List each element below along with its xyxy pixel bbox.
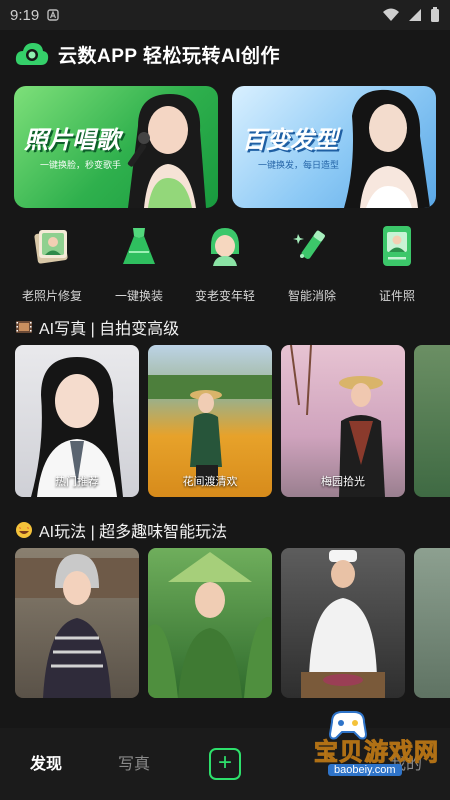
banner-subtitle: 一键换发，每日造型 <box>258 160 340 170</box>
section-title-text: AI写真 | 自拍变高级 <box>39 321 180 338</box>
cloud-camera-logo-icon <box>15 43 49 65</box>
tool-id-photo[interactable]: 证件照 <box>353 224 441 304</box>
tool-outfit-swap[interactable]: 一键换装 <box>95 224 183 304</box>
leaf-hat-girl-image <box>148 552 272 698</box>
play-card-folk[interactable] <box>15 548 139 698</box>
nav-discover[interactable]: 发现 <box>30 750 62 774</box>
tool-label: 证件照 <box>378 289 415 303</box>
tool-label: 变老变年轻 <box>194 289 255 303</box>
hairstyle-portrait-image <box>344 89 430 208</box>
banner-title: 照片唱歌 <box>24 127 120 154</box>
app-title: 云数APP 轻松玩转AI创作 <box>58 45 281 67</box>
tool-shortcuts: 老照片修复 一键换装 变老变年轻 智能消除 证件照 <box>0 224 450 304</box>
tool-smart-erase[interactable]: 智能消除 <box>268 224 356 304</box>
section-title-play: AI玩法 | 超多趣味智能玩法 <box>15 518 227 542</box>
banner-photo-sing[interactable]: 照片唱歌 一键换脸，秒变歌手 <box>14 86 218 208</box>
play-card-chef[interactable] <box>281 548 405 698</box>
dress-icon <box>123 228 155 264</box>
portrait-card-flowers[interactable]: 花间渡清欢 <box>148 345 272 497</box>
tool-label: 智能消除 <box>287 289 336 303</box>
app-header: 云数APP 轻松玩转AI创作 <box>14 38 280 70</box>
face-age-icon <box>211 228 239 266</box>
card-label: 梅园拾光 <box>321 476 365 488</box>
banner-subtitle: 一键换脸，秒变歌手 <box>40 160 122 170</box>
site-watermark: 宝贝游戏网 baobeiy.com <box>278 706 446 786</box>
status-bar: 9:19 <box>0 0 450 30</box>
signal-icon <box>409 9 421 21</box>
nav-add-button[interactable]: + <box>209 748 241 780</box>
notification-a-icon <box>47 9 59 21</box>
play-card-partial[interactable] <box>414 548 450 698</box>
magic-eraser-icon <box>293 230 325 259</box>
star-eyes-emoji-icon <box>16 522 32 538</box>
watermark-url: baobeiy.com <box>328 764 402 776</box>
watermark-text: 宝贝游戏网 <box>314 739 439 767</box>
old-photo-icon <box>34 230 68 264</box>
tool-label: 一键换装 <box>114 289 163 303</box>
banner-title: 百变发型 <box>242 127 338 154</box>
film-strip-icon <box>16 321 32 333</box>
tool-label: 老照片修复 <box>21 289 82 303</box>
wifi-icon <box>383 8 399 21</box>
ethnic-costume-image <box>15 554 139 698</box>
play-card-leaf[interactable] <box>148 548 272 698</box>
section-title-portrait: AI写真 | 自拍变高级 <box>15 315 179 339</box>
singer-portrait-image <box>127 94 206 208</box>
chef-image <box>301 550 385 698</box>
banner-hairstyle[interactable]: 百变发型 一键换发，每日造型 <box>232 86 436 208</box>
tool-age-change[interactable]: 变老变年轻 <box>181 224 269 304</box>
portrait-card-plum[interactable]: 梅园拾光 <box>281 345 405 497</box>
portrait-card-hot[interactable]: 热门推荐 <box>15 345 139 497</box>
nav-portrait[interactable]: 写真 <box>118 750 150 774</box>
portrait-card-partial[interactable] <box>414 345 450 497</box>
id-photo-icon <box>383 226 411 266</box>
card-label: 热门推荐 <box>55 476 99 488</box>
tool-old-photo-restore[interactable]: 老照片修复 <box>8 224 96 304</box>
section-title-text: AI玩法 | 超多趣味智能玩法 <box>39 524 228 541</box>
card-label: 花间渡清欢 <box>182 476 238 488</box>
status-time: 9:19 <box>10 6 40 24</box>
battery-icon <box>431 7 439 22</box>
